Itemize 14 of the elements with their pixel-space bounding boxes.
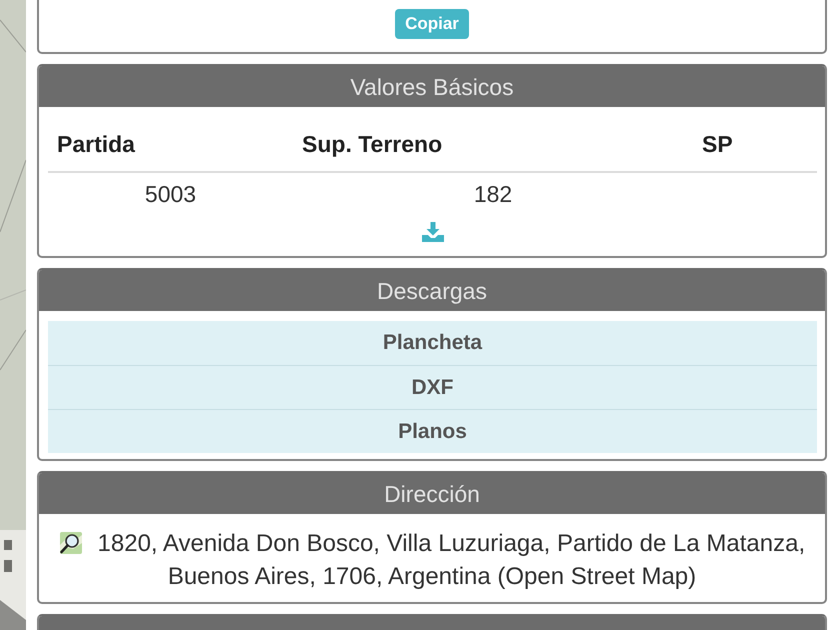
download-icon[interactable]	[422, 222, 444, 242]
column-header: SP	[701, 130, 734, 159]
column-header: Sup. Terreno	[301, 130, 444, 159]
download-link[interactable]: Plancheta	[48, 321, 817, 365]
panel-title: Dirección	[384, 480, 480, 508]
download-link[interactable]: DXF	[48, 365, 817, 409]
map-magnifier-icon	[58, 531, 83, 555]
table-cell-text: 5003	[144, 180, 198, 209]
panel-title: Descargas	[377, 276, 487, 304]
address-text: 1820, Avenida Don Bosco, Villa Luzuriaga, Partido de La Matanza, Buenos Aires, 1706, Argentina (Open Street Map)	[98, 530, 806, 590]
download-link[interactable]: Planos	[48, 409, 817, 453]
table-cell-text: 182	[472, 180, 514, 209]
panel-title: Valores Básicos	[350, 72, 514, 100]
column-header: Partida	[56, 130, 136, 159]
